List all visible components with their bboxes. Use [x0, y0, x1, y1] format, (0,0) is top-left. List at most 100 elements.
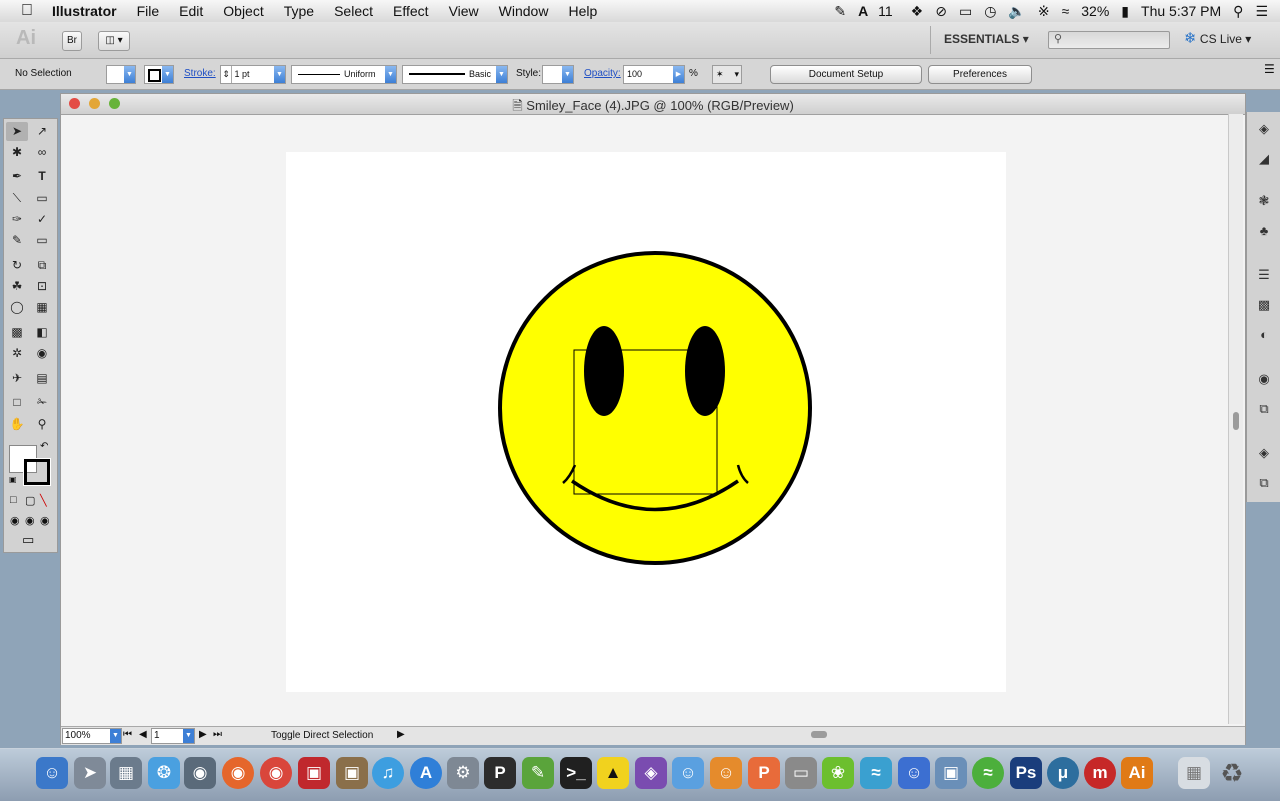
launchpad-icon[interactable]: ➤	[74, 757, 106, 789]
pencil-icon[interactable]: ✎	[6, 231, 28, 250]
column-graph-icon[interactable]: ▤	[31, 369, 53, 388]
vertical-scrollbar[interactable]	[1228, 114, 1243, 724]
first-artboard-icon[interactable]: ⏮	[123, 729, 132, 740]
menu-file[interactable]: File	[127, 3, 170, 19]
image-capture-icon[interactable]: ◉	[184, 757, 216, 789]
menu-help[interactable]: Help	[558, 3, 607, 19]
document-title-bar[interactable]: 🗎 Smiley_Face (4).JPG @ 100% (RGB/Previe…	[61, 94, 1245, 115]
transparency-icon[interactable]: ◐	[1255, 326, 1273, 344]
purple-app-icon[interactable]: ◈	[635, 757, 667, 789]
vertical-scroll-thumb[interactable]	[1233, 412, 1239, 430]
finder-icon[interactable]: ☺	[36, 757, 68, 789]
gradient-mode-icon[interactable]: ▢	[25, 494, 35, 507]
notification-center-icon[interactable]: ☰	[1249, 3, 1274, 20]
chevron-right-icon[interactable]: ▶	[673, 66, 684, 83]
wifi-icon[interactable]: ≈	[1056, 3, 1076, 19]
shape-builder-icon[interactable]: ◯	[6, 298, 28, 317]
color-mode-icon[interactable]: □	[10, 494, 17, 506]
type-icon[interactable]: T	[31, 167, 53, 186]
arrange-documents-button[interactable]: ◫ ▾	[98, 31, 130, 51]
warp-icon[interactable]: ☘	[6, 277, 28, 296]
draw-behind-icon[interactable]: ◉	[25, 514, 35, 527]
airplay-icon[interactable]: ▭	[953, 3, 978, 20]
brushes-icon[interactable]: ❃	[1255, 192, 1273, 210]
slice-icon[interactable]: ✁	[31, 393, 53, 412]
draw-inside-icon[interactable]: ◉	[40, 514, 50, 527]
lasso-icon[interactable]: ∞	[31, 143, 53, 162]
photoshop-icon[interactable]: Ps	[1010, 757, 1042, 789]
artboard-number-field[interactable]: 1 ▼	[151, 728, 195, 744]
illustrator-dock-icon[interactable]: Ai	[1121, 757, 1153, 789]
direct-selection-tool-icon[interactable]: ↗	[31, 122, 53, 141]
opacity-label[interactable]: Opacity:	[584, 68, 621, 79]
eyedropper-icon[interactable]: ✲	[6, 344, 28, 363]
last-artboard-icon[interactable]: ⏭	[213, 729, 222, 740]
previous-artboard-icon[interactable]: ◀	[139, 729, 147, 740]
mission-control-icon[interactable]: ▦	[110, 757, 142, 789]
app-store-icon[interactable]: A	[410, 757, 442, 789]
terminal-icon[interactable]: >_	[560, 757, 592, 789]
graphic-style-dropdown[interactable]: ▼	[542, 65, 574, 84]
face-circle[interactable]	[498, 251, 812, 565]
bluetooth-icon[interactable]: ※	[1032, 3, 1056, 20]
replicatorg-icon[interactable]: ▲	[597, 757, 629, 789]
zoom-icon[interactable]: ⚲	[31, 415, 53, 434]
stroke-panel-icon[interactable]: ☰	[1255, 266, 1273, 284]
rectangle-icon[interactable]: ▭	[31, 189, 53, 208]
downloads-stack-icon[interactable]: ▦	[1178, 757, 1210, 789]
perspective-grid-icon[interactable]: ▦	[31, 298, 53, 317]
hand-icon[interactable]: ✋	[6, 415, 28, 434]
menu-edit[interactable]: Edit	[169, 3, 213, 19]
safari-icon[interactable]: ❂	[148, 757, 180, 789]
menu-window[interactable]: Window	[489, 3, 559, 19]
spotlight-icon[interactable]: ⚲	[1227, 3, 1249, 20]
menu-app-name[interactable]: Illustrator	[42, 3, 127, 19]
artboard-icon[interactable]: □	[6, 393, 28, 412]
blend-icon[interactable]: ◉	[31, 344, 53, 363]
graphic-styles-icon[interactable]: ⧉	[1255, 400, 1273, 418]
artboards-panel-icon[interactable]: ⧉	[1255, 474, 1273, 492]
dropbox-icon[interactable]: ❖	[905, 3, 930, 20]
smiley-face-artwork[interactable]	[286, 152, 1006, 692]
iphoto-icon[interactable]: ▣	[336, 757, 368, 789]
stroke-weight-field[interactable]: ⇕ 1 pt ▼	[220, 65, 286, 84]
adobe-updates-icon[interactable]: A 11	[852, 3, 905, 19]
search-help-input[interactable]: ⚲	[1048, 31, 1170, 49]
vine-app-icon[interactable]: ❀	[822, 757, 854, 789]
swap-fill-stroke-icon[interactable]: ↶	[40, 441, 48, 452]
firefox-icon[interactable]: ◉	[222, 757, 254, 789]
p-app-icon[interactable]: P	[484, 757, 516, 789]
menu-effect[interactable]: Effect	[383, 3, 439, 19]
system-preferences-icon[interactable]: ⚙	[447, 757, 479, 789]
spotify-icon[interactable]: ≈	[972, 757, 1004, 789]
window-app-icon[interactable]: ▭	[785, 757, 817, 789]
magic-wand-icon[interactable]: ✱	[6, 143, 28, 162]
default-fill-stroke-icon[interactable]: ▣	[9, 475, 17, 484]
variable-width-profile-dropdown[interactable]: Uniform ▼	[291, 65, 397, 84]
eraser-icon[interactable]: ▭	[31, 231, 53, 250]
right-eye[interactable]	[685, 326, 725, 416]
preview-icon[interactable]: ▣	[935, 757, 967, 789]
stroke-color-dropdown[interactable]: ▼	[144, 65, 174, 84]
paintbrush-icon[interactable]: ✑	[6, 210, 28, 229]
brush-definition-dropdown[interactable]: Basic ▼	[402, 65, 508, 84]
free-transform-icon[interactable]: ⊡	[31, 277, 53, 296]
do-not-disturb-icon[interactable]: ⊘	[929, 3, 953, 20]
pen-icon[interactable]: ✒	[6, 167, 28, 186]
bridge-button[interactable]: Br	[62, 31, 82, 51]
none-mode-icon[interactable]: ╲	[40, 494, 47, 507]
photo-booth-icon[interactable]: ▣	[298, 757, 330, 789]
stroke-swatch[interactable]	[23, 458, 51, 486]
draw-normal-icon[interactable]: ◉	[10, 514, 20, 527]
network-app-icon[interactable]: ☺	[898, 757, 930, 789]
stroke-label[interactable]: Stroke:	[184, 68, 216, 79]
evernote-status-icon[interactable]: ✎	[828, 3, 852, 20]
fill-color-dropdown[interactable]: ▼	[106, 65, 136, 84]
opacity-field[interactable]: 100 ▶	[623, 65, 685, 84]
scale-icon[interactable]: ⧉	[31, 256, 53, 275]
artboard[interactable]	[286, 152, 1006, 692]
trash-icon[interactable]: ♻	[1216, 757, 1248, 789]
menu-view[interactable]: View	[439, 3, 489, 19]
selection-tool-icon[interactable]: ➤	[6, 122, 28, 141]
people-app-icon[interactable]: ☺	[672, 757, 704, 789]
